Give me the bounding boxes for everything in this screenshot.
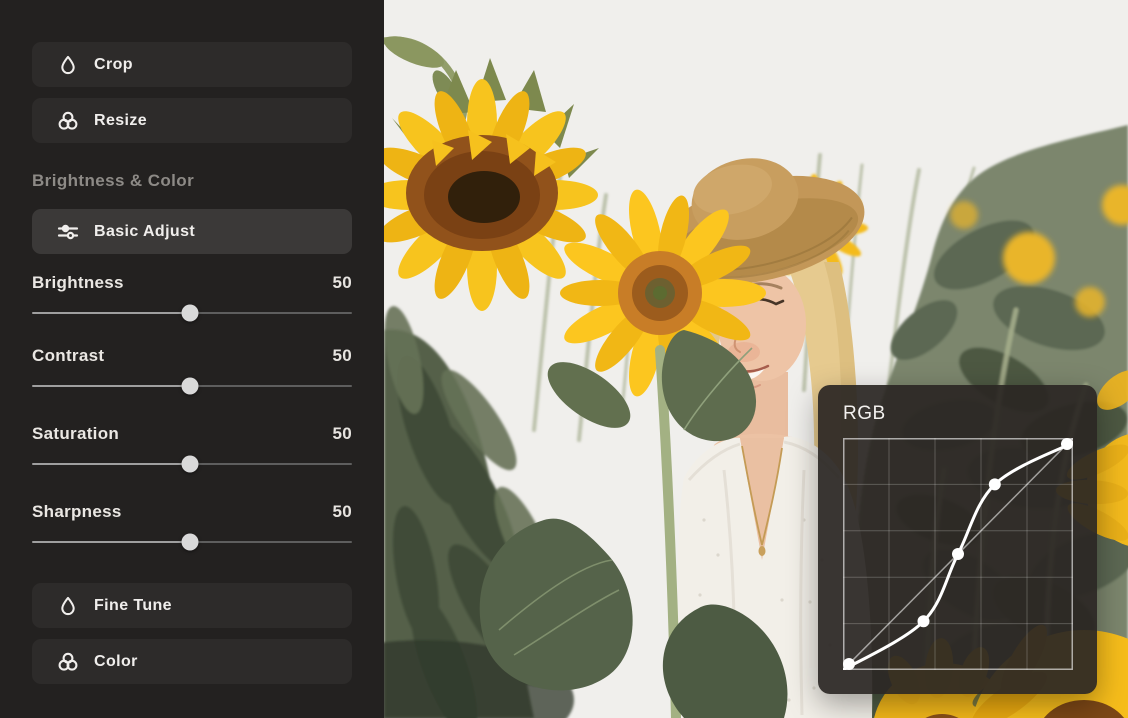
droplet-icon bbox=[56, 53, 80, 77]
curve-point[interactable] bbox=[1061, 438, 1073, 450]
tone-curve-chart bbox=[843, 438, 1073, 670]
section-title-brightness-color: Brightness & Color bbox=[32, 171, 352, 191]
saturation-slider[interactable] bbox=[32, 455, 352, 473]
saturation-value: 50 bbox=[332, 421, 352, 447]
contrast-slider-row: Contrast 50 bbox=[32, 343, 352, 395]
crop-button-label: Crop bbox=[94, 56, 133, 74]
sharpness-value: 50 bbox=[332, 499, 352, 525]
circles-icon bbox=[56, 109, 80, 133]
pendant bbox=[759, 546, 766, 556]
curves-panel-title: RGB bbox=[843, 403, 886, 425]
sharpness-slider-thumb[interactable] bbox=[182, 534, 199, 551]
saturation-slider-thumb[interactable] bbox=[182, 456, 199, 473]
curve-point[interactable] bbox=[989, 478, 1001, 490]
sidebar: Crop Resize Brightness & Color Basic Adj… bbox=[0, 0, 384, 718]
saturation-slider-row: Saturation 50 bbox=[32, 421, 352, 473]
curve-point[interactable] bbox=[918, 615, 930, 627]
curve-point[interactable] bbox=[843, 658, 855, 670]
sliders-icon bbox=[56, 220, 80, 244]
brightness-value: 50 bbox=[332, 270, 352, 296]
sharpness-slider[interactable] bbox=[32, 533, 352, 551]
crop-button[interactable]: Crop bbox=[32, 42, 352, 87]
contrast-value: 50 bbox=[332, 343, 352, 369]
resize-button[interactable]: Resize bbox=[32, 98, 352, 143]
brightness-label: Brightness bbox=[32, 270, 124, 296]
circles-icon bbox=[56, 650, 80, 674]
resize-button-label: Resize bbox=[94, 112, 147, 130]
fine-tune-button-label: Fine Tune bbox=[94, 597, 172, 615]
brightness-slider-thumb[interactable] bbox=[182, 305, 199, 322]
brightness-slider-row: Brightness 50 bbox=[32, 270, 352, 322]
fine-tune-button[interactable]: Fine Tune bbox=[32, 583, 352, 628]
saturation-label: Saturation bbox=[32, 421, 119, 447]
contrast-slider[interactable] bbox=[32, 377, 352, 395]
droplet-icon bbox=[56, 594, 80, 618]
sharpness-label: Sharpness bbox=[32, 499, 122, 525]
color-button[interactable]: Color bbox=[32, 639, 352, 684]
sharpness-slider-row: Sharpness 50 bbox=[32, 499, 352, 551]
brightness-slider[interactable] bbox=[32, 304, 352, 322]
basic-adjust-button-label: Basic Adjust bbox=[94, 223, 195, 241]
curve-point[interactable] bbox=[952, 548, 964, 560]
rgb-curves-panel[interactable]: RGB bbox=[818, 385, 1097, 694]
contrast-slider-thumb[interactable] bbox=[182, 378, 199, 395]
photo-editor-window: Crop Resize Brightness & Color Basic Adj… bbox=[0, 0, 1128, 718]
contrast-label: Contrast bbox=[32, 343, 104, 369]
basic-adjust-button[interactable]: Basic Adjust bbox=[32, 209, 352, 254]
color-button-label: Color bbox=[94, 653, 138, 671]
